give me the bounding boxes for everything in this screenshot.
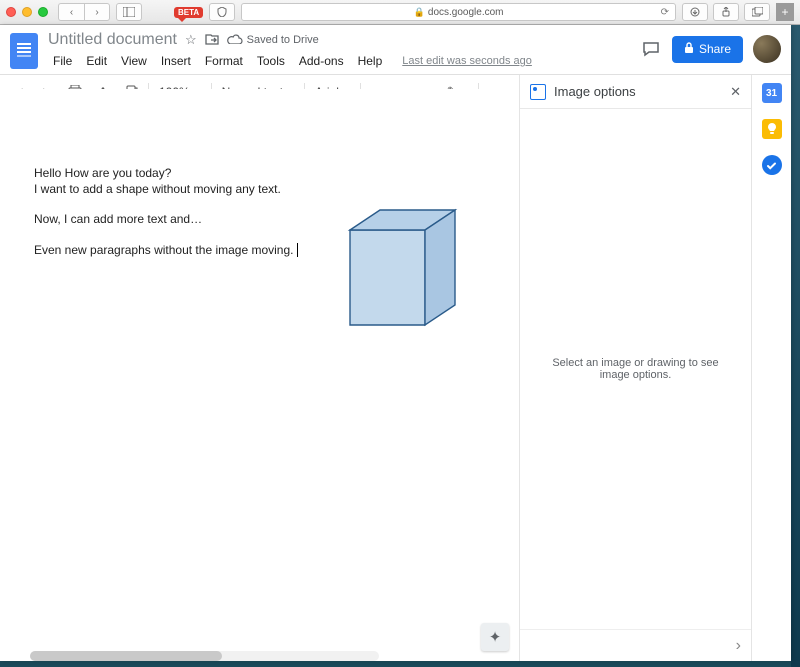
move-icon[interactable] xyxy=(205,33,219,48)
menu-edit[interactable]: Edit xyxy=(81,52,112,70)
reload-button[interactable]: ⟳ xyxy=(661,7,669,18)
doc-text: Even new paragraphs without the image mo… xyxy=(34,243,293,257)
page-viewport[interactable]: Hello How are you today? I want to add a… xyxy=(0,89,519,661)
comments-button[interactable] xyxy=(640,38,662,60)
back-button[interactable]: ‹ xyxy=(58,3,84,21)
panel-empty-text: Select an image or drawing to see image … xyxy=(542,357,729,381)
save-status: Saved to Drive xyxy=(227,33,319,47)
google-docs-app: Untitled document ☆ Saved to Drive File … xyxy=(0,25,791,661)
text-cursor xyxy=(293,243,297,257)
explore-button[interactable]: ✦ xyxy=(481,623,509,651)
menu-help[interactable]: Help xyxy=(353,52,388,70)
privacy-report-button[interactable] xyxy=(209,3,235,21)
save-status-text: Saved to Drive xyxy=(247,34,319,46)
cloud-icon xyxy=(227,33,243,47)
keep-addon-icon[interactable] xyxy=(762,119,782,139)
docs-logo-icon[interactable] xyxy=(10,33,38,69)
calendar-addon-icon[interactable]: 31 xyxy=(762,83,782,103)
account-avatar[interactable] xyxy=(753,35,781,63)
maximize-window-button[interactable] xyxy=(38,7,48,17)
browser-toolbar: ‹ › BETA 🔒 docs.google.com ⟳ + xyxy=(0,0,800,25)
downloads-button[interactable] xyxy=(682,3,708,21)
document-title[interactable]: Untitled document xyxy=(48,31,177,49)
lock-icon: 🔒 xyxy=(414,7,425,18)
address-bar[interactable]: 🔒 docs.google.com ⟳ xyxy=(241,3,676,21)
doc-text: Hello How are you today? xyxy=(34,166,171,180)
share-label: Share xyxy=(699,42,731,56)
minimize-window-button[interactable] xyxy=(22,7,32,17)
tasks-addon-icon[interactable] xyxy=(762,155,782,175)
nav-back-forward: ‹ › xyxy=(58,3,110,21)
share-safari-button[interactable] xyxy=(713,3,739,21)
menu-insert[interactable]: Insert xyxy=(156,52,196,70)
star-icon[interactable]: ☆ xyxy=(185,32,197,48)
url-host: docs.google.com xyxy=(428,7,504,18)
doc-text: Now, I can add more text and… xyxy=(34,212,202,226)
close-window-button[interactable] xyxy=(6,7,16,17)
doc-text: I want to add a shape without moving any… xyxy=(34,182,281,196)
docs-header: Untitled document ☆ Saved to Drive File … xyxy=(0,25,791,70)
addon-rail: 31 xyxy=(751,75,791,661)
menu-format[interactable]: Format xyxy=(200,52,248,70)
window-controls xyxy=(6,7,48,17)
desktop-background xyxy=(791,25,800,667)
beta-badge: BETA xyxy=(174,7,203,18)
menu-bar: File Edit View Insert Format Tools Add-o… xyxy=(48,52,630,70)
new-tab-button[interactable]: + xyxy=(776,3,794,21)
tabs-button[interactable] xyxy=(744,3,770,21)
sidebar-toggle-button[interactable] xyxy=(116,3,142,21)
document-page[interactable]: Hello How are you today? I want to add a… xyxy=(0,89,519,661)
panel-next-button[interactable]: › xyxy=(736,637,741,655)
share-button[interactable]: Share xyxy=(672,36,743,63)
menu-view[interactable]: View xyxy=(116,52,152,70)
horizontal-scrollbar[interactable] xyxy=(30,651,379,661)
image-icon xyxy=(530,84,546,100)
panel-title: Image options xyxy=(554,84,636,99)
forward-button[interactable]: › xyxy=(84,3,110,21)
menu-file[interactable]: File xyxy=(48,52,77,70)
inserted-cube-drawing[interactable] xyxy=(340,205,470,339)
last-edit-link[interactable]: Last edit was seconds ago xyxy=(397,53,537,69)
close-panel-button[interactable]: ✕ xyxy=(730,84,741,100)
document-area: ↩ ↪ A̲ 100%▼ Normal text▼ xyxy=(0,75,519,661)
image-options-panel: Image options ✕ Select an image or drawi… xyxy=(519,75,751,661)
lock-icon xyxy=(684,42,694,57)
menu-addons[interactable]: Add-ons xyxy=(294,52,349,70)
menu-tools[interactable]: Tools xyxy=(252,52,290,70)
